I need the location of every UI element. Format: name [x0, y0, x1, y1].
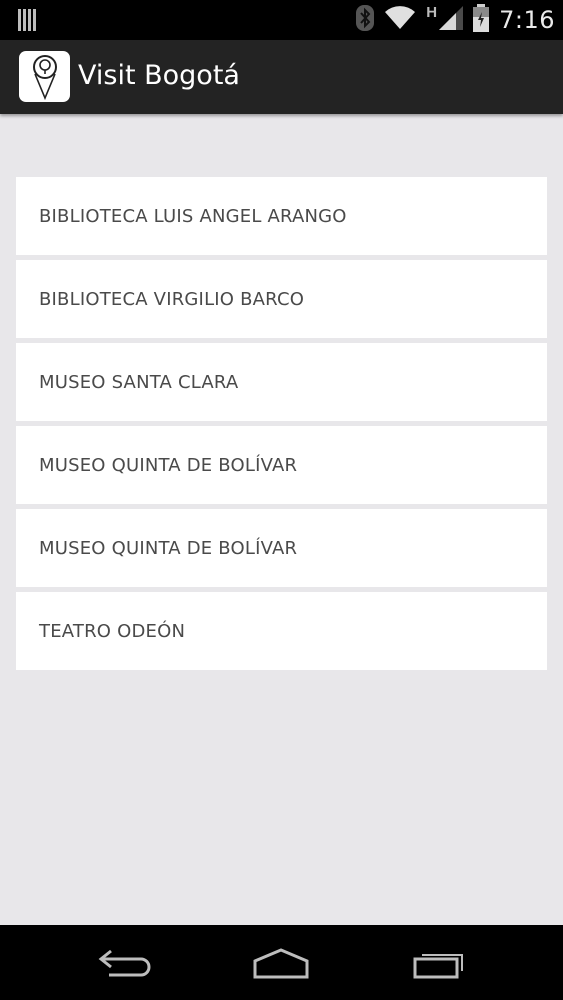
bluetooth-icon [356, 4, 375, 36]
home-icon[interactable] [246, 943, 316, 983]
back-icon[interactable] [90, 943, 160, 983]
wifi-icon [384, 5, 416, 35]
battery-icon [473, 3, 490, 37]
status-time: 7:16 [499, 6, 555, 34]
navigation-bar [0, 925, 563, 1000]
recent-apps-icon[interactable] [405, 943, 475, 983]
places-list: BIBLIOTECA LUIS ANGEL ARANGO BIBLIOTECA … [16, 177, 547, 675]
status-bar: H 7:16 [0, 0, 563, 40]
app-title: Visit Bogotá [78, 60, 240, 91]
list-item[interactable]: MUSEO SANTA CLARA [16, 343, 547, 421]
map-pin-icon[interactable] [19, 51, 70, 102]
list-item[interactable]: TEATRO ODEÓN [16, 592, 547, 670]
signal-icon [439, 5, 464, 35]
list-item[interactable]: MUSEO QUINTA DE BOLÍVAR [16, 509, 547, 587]
list-item[interactable]: MUSEO QUINTA DE BOLÍVAR [16, 426, 547, 504]
list-item[interactable]: BIBLIOTECA VIRGILIO BARCO [16, 260, 547, 338]
notification-icon [18, 9, 38, 36]
list-item[interactable]: BIBLIOTECA LUIS ANGEL ARANGO [16, 177, 547, 255]
app-bar: Visit Bogotá [0, 40, 563, 114]
network-type-label: H [426, 3, 438, 21]
